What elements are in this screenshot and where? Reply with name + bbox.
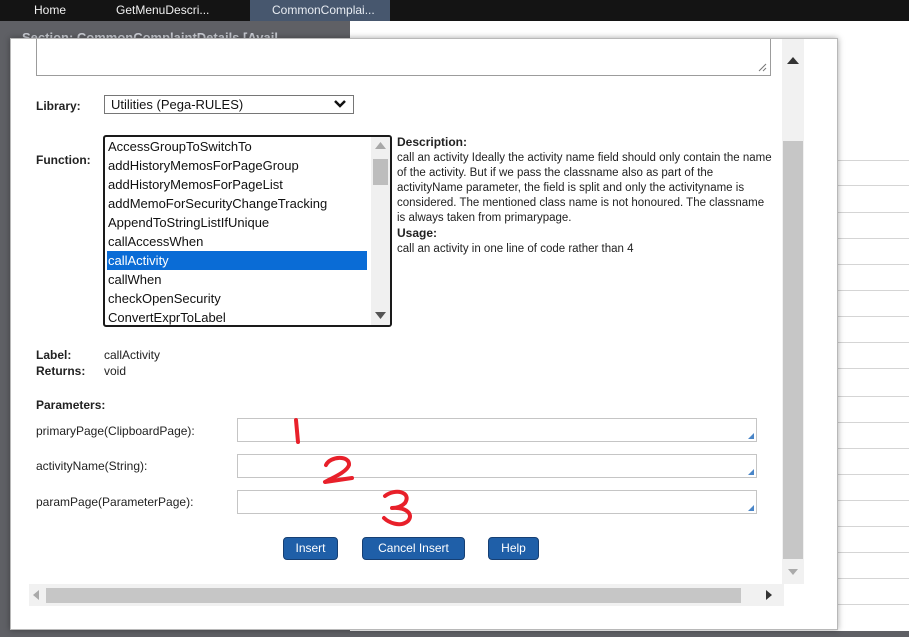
returns-value: void (104, 364, 127, 378)
tab-get-menu-description[interactable]: GetMenuDescri... (116, 0, 209, 21)
usage-text: call an activity in one line of code rat… (397, 243, 634, 255)
description-text: call an activity Ideally the activity na… (397, 152, 772, 224)
resize-corner-icon (748, 505, 754, 511)
usage-heading: Usage: (397, 226, 438, 240)
tab-home[interactable]: Home (34, 0, 66, 21)
library-selected-value: Utilities (Pega-RULES) (111, 97, 244, 112)
library-select[interactable]: Utilities (Pega-RULES) (104, 95, 354, 114)
scroll-right-icon[interactable] (766, 590, 772, 600)
function-description: Description: call an activity Ideally th… (397, 135, 772, 257)
param-input-activity-name[interactable] (237, 454, 757, 478)
dialog-vertical-scroll-thumb[interactable] (783, 141, 803, 559)
label-value: callActivity (104, 348, 161, 362)
expression-builder-dialog: Library: Utilities (Pega-RULES) Function… (10, 38, 838, 630)
dialog-horizontal-scrollbar[interactable] (29, 584, 784, 606)
function-option[interactable]: addHistoryMemosForPageGroup (107, 156, 367, 175)
app-tab-bar: Home GetMenuDescri... CommonComplai... (0, 0, 909, 21)
returns-key: Returns: (36, 364, 86, 378)
chevron-down-icon (334, 100, 346, 108)
function-option-selected[interactable]: callActivity (107, 251, 367, 270)
param-input-param-page[interactable] (237, 490, 757, 514)
param-input-primary-page[interactable] (237, 418, 757, 442)
resize-corner-icon (748, 433, 754, 439)
function-option[interactable]: ConvertExprToLabel (107, 308, 367, 325)
function-list-scrollbar[interactable] (371, 137, 390, 325)
expression-textarea[interactable] (36, 39, 771, 76)
dialog-horizontal-scroll-thumb[interactable] (46, 588, 741, 603)
dialog-content: Library: Utilities (Pega-RULES) Function… (11, 39, 781, 584)
function-option[interactable]: checkOpenSecurity (107, 289, 367, 308)
function-option[interactable]: AccessGroupToSwitchTo (107, 137, 367, 156)
function-option[interactable]: addMemoForSecurityChangeTracking (107, 194, 367, 213)
cancel-insert-button[interactable]: Cancel Insert (362, 537, 465, 560)
scroll-left-icon[interactable] (33, 590, 39, 600)
background-bottom-strip (10, 631, 909, 637)
function-option[interactable]: addHistoryMemosForPageList (107, 175, 367, 194)
resize-grip-icon[interactable] (758, 63, 767, 72)
function-label: Function: (36, 153, 91, 167)
description-heading: Description: (397, 135, 468, 149)
resize-corner-icon (748, 469, 754, 475)
param-label-activity-name: activityName(String): (36, 459, 148, 473)
function-option[interactable]: callAccessWhen (107, 232, 367, 251)
parameters-heading: Parameters: (36, 398, 106, 412)
insert-button[interactable]: Insert (283, 537, 338, 560)
scroll-up-icon[interactable] (787, 57, 799, 64)
scroll-up-icon[interactable] (375, 142, 386, 149)
param-label-param-page: paramPage(ParameterPage): (36, 495, 194, 509)
function-option[interactable]: AppendToStringListIfUnique (107, 213, 367, 232)
param-label-primary-page: primaryPage(ClipboardPage): (36, 424, 195, 438)
function-option[interactable]: callWhen (107, 270, 367, 289)
scroll-down-icon[interactable] (788, 569, 798, 575)
label-key: Label: (36, 348, 72, 362)
function-listbox[interactable]: AccessGroupToSwitchTo addHistoryMemosFor… (103, 135, 392, 327)
tab-common-complaint[interactable]: CommonComplai... (250, 0, 390, 21)
function-list-scroll-thumb[interactable] (373, 159, 388, 185)
help-button[interactable]: Help (488, 537, 539, 560)
scroll-down-icon[interactable] (375, 312, 386, 319)
library-label: Library: (36, 99, 81, 113)
dialog-vertical-scrollbar[interactable] (782, 39, 804, 584)
